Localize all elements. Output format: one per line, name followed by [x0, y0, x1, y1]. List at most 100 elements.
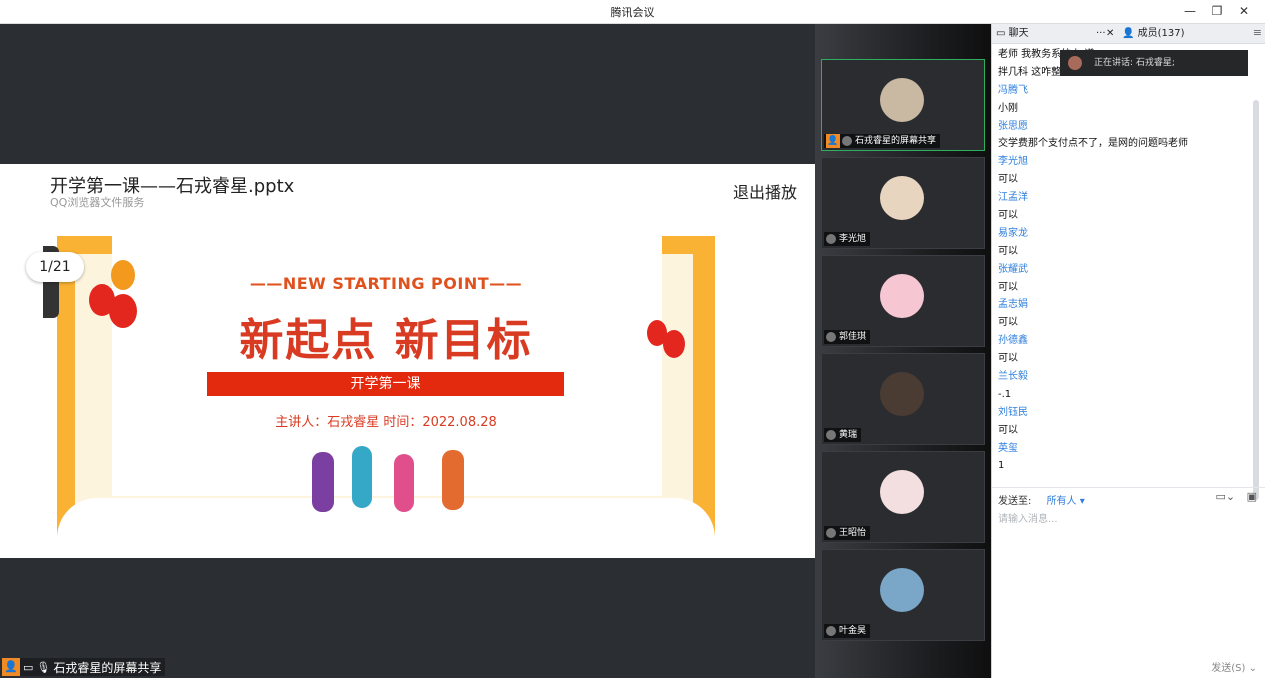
shared-screen-area: 开学第一课——石戎睿星.pptx QQ浏览器文件服务 退出播放 ——NEW ST…	[0, 24, 815, 678]
recipient-dropdown[interactable]: 所有人 ▾	[1047, 496, 1085, 507]
page-indicator: 1/21	[26, 252, 84, 282]
chat-message-text: -.1	[998, 388, 1012, 400]
video-tile-label: 王昭怡	[824, 526, 871, 540]
mic-icon	[826, 332, 836, 342]
chat-message-text: 交学费那个支付点不了，是网的问题吗老师	[998, 138, 1188, 150]
chat-message-text: 可以	[998, 353, 1018, 365]
chat-message-text: 小刚	[998, 102, 1018, 114]
avatar	[880, 372, 924, 416]
mic-icon	[842, 136, 852, 146]
tab-chat[interactable]: ▭ 聊天	[996, 24, 1029, 44]
chat-sender-name: 兰长毅	[998, 371, 1028, 383]
video-tile-label: 李光旭	[824, 232, 871, 246]
slide-title: 新起点 新目标	[239, 315, 533, 366]
people-illustration	[302, 446, 492, 526]
screen-share-label: 石戎睿星的屏幕共享	[53, 660, 162, 675]
file-viewer-header: 开学第一课——石戎睿星.pptx QQ浏览器文件服务 退出播放	[0, 164, 815, 236]
chat-message-text: 可以	[998, 281, 1018, 293]
video-tile-name: 李光旭	[839, 234, 867, 244]
slide-tag: ——NEW STARTING POINT——	[249, 274, 523, 293]
avatar	[880, 470, 924, 514]
chat-sender-name: 张思愿	[998, 120, 1028, 132]
close-chat-icon[interactable]: ✕	[1106, 24, 1114, 44]
send-to: 发送至: 所有人 ▾	[998, 492, 1085, 507]
mic-icon	[826, 626, 836, 636]
snapshot-icon[interactable]: ▣	[1247, 490, 1257, 503]
message-input[interactable]: 请输入消息...	[998, 510, 1058, 525]
speaker-avatar	[1068, 56, 1082, 70]
chat-tabs: ▭ 聊天 ··· ✕ 👤 成员(137) ≡	[992, 24, 1265, 44]
video-tile[interactable]: 叶金昊	[821, 549, 985, 641]
screen-share-status: 👤 ▭ 🎙 石戎睿星的屏幕共享	[2, 658, 166, 676]
send-to-label: 发送至:	[998, 496, 1032, 507]
video-tile[interactable]: 郭佳琪	[821, 255, 985, 347]
tab-members-label: 成员(137)	[1137, 28, 1185, 39]
video-tile-name: 叶金昊	[839, 626, 867, 636]
members-icon: 👤	[1122, 28, 1138, 39]
video-tiles-column: 👤 石戎睿星的屏幕共享 李光旭 郭佳琪 黄瑞 王昭怡 叶金昊	[815, 24, 991, 678]
video-tile-name: 黄瑞	[839, 430, 858, 440]
video-tile-label: 👤 石戎睿星的屏幕共享	[824, 134, 941, 148]
user-icon: 👤	[826, 134, 840, 148]
more-options-button[interactable]: ···	[1096, 24, 1106, 44]
chat-sender-name: 刘钰民	[998, 406, 1028, 418]
video-tile[interactable]: 黄瑞	[821, 353, 985, 445]
video-tile-label: 黄瑞	[824, 428, 862, 442]
chat-divider	[992, 487, 1265, 488]
video-tile-name: 石戎睿星的屏幕共享	[855, 136, 937, 146]
chat-sender-name: 李光旭	[998, 156, 1028, 168]
title-bar: 腾讯会议 — ❐ ✕	[0, 0, 1265, 24]
maximize-button[interactable]: ❐	[1207, 2, 1227, 20]
meeting-window: 腾讯会议 — ❐ ✕ 开学第一课——石戎睿星.pptx QQ浏览器文件服务 退出…	[0, 0, 1265, 678]
slide-area: ——NEW STARTING POINT—— 新起点 新目标 开学第一课 主讲人…	[0, 236, 815, 558]
chat-messages: 老师 我教务系统上 道拌几科 这咋整 冯腾飞 小刚 张思愿 交学费那个支付点不了，是网的…	[998, 46, 1253, 475]
speaking-indicator: 正在讲话: 石戎睿星;	[1060, 50, 1248, 76]
video-tile[interactable]: 王昭怡	[821, 451, 985, 543]
mic-icon	[826, 430, 836, 440]
chat-tools: ▭⌄ ▣	[1215, 490, 1257, 503]
avatar	[880, 568, 924, 612]
chat-sender-name: 冯腾飞	[998, 84, 1028, 96]
minimize-button[interactable]: —	[1180, 2, 1200, 20]
close-button[interactable]: ✕	[1234, 2, 1254, 20]
chat-icon: ▭	[996, 28, 1009, 39]
window-title: 腾讯会议	[610, 6, 655, 19]
tab-members[interactable]: 👤 成员(137)	[1122, 24, 1185, 44]
screen-share-icon: ▭	[23, 660, 34, 674]
chat-panel: ▭ 聊天 ··· ✕ 👤 成员(137) ≡ 老师 我教务系统上 道拌几科 这咋…	[991, 24, 1265, 678]
video-tile-name: 王昭怡	[839, 528, 867, 538]
chat-message-text: 可以	[998, 174, 1018, 186]
tab-chat-label: 聊天	[1008, 28, 1029, 39]
chat-message-text: 1	[998, 460, 1005, 472]
send-button[interactable]: 发送(S) ⌄	[1211, 659, 1257, 674]
chat-sender-name: 张耀武	[998, 263, 1028, 275]
chat-sender-name: 孟志娟	[998, 299, 1028, 311]
video-tile-label: 叶金昊	[824, 624, 871, 638]
chat-sender-name: 孙德鑫	[998, 335, 1028, 347]
user-icon: 👤	[2, 658, 20, 676]
mic-icon	[826, 234, 836, 244]
video-tile[interactable]: 👤 石戎睿星的屏幕共享	[821, 59, 985, 151]
chat-message-text: 可以	[998, 317, 1018, 329]
avatar	[880, 176, 924, 220]
slide-speaker-line: 主讲人：石戎睿星 时间：2022.08.28	[275, 415, 497, 430]
video-tile-name: 郭佳琪	[839, 332, 867, 342]
folder-icon[interactable]: ▭⌄	[1215, 490, 1235, 503]
video-tile[interactable]: 李光旭	[821, 157, 985, 249]
mic-icon	[826, 528, 836, 538]
video-tile-label: 郭佳琪	[824, 330, 871, 344]
slide-subtitle-bar: 开学第一课	[207, 372, 564, 396]
chat-scrollbar[interactable]	[1253, 100, 1259, 500]
chat-message-text: 可以	[998, 245, 1018, 257]
chat-sender-name: 英玺	[998, 442, 1018, 454]
mic-icon: 🎙	[36, 660, 51, 674]
exit-play-button[interactable]: 退出播放	[733, 179, 797, 203]
slide: ——NEW STARTING POINT—— 新起点 新目标 开学第一课 主讲人…	[57, 236, 715, 558]
avatar	[880, 274, 924, 318]
menu-icon[interactable]: ≡	[1253, 26, 1262, 39]
speaking-label: 正在讲话: 石戎睿星;	[1094, 58, 1175, 68]
chat-sender-name: 江孟洋	[998, 192, 1028, 204]
chat-sender-name: 易家龙	[998, 227, 1028, 239]
avatar	[880, 78, 924, 122]
chat-message-text: 可以	[998, 424, 1018, 436]
